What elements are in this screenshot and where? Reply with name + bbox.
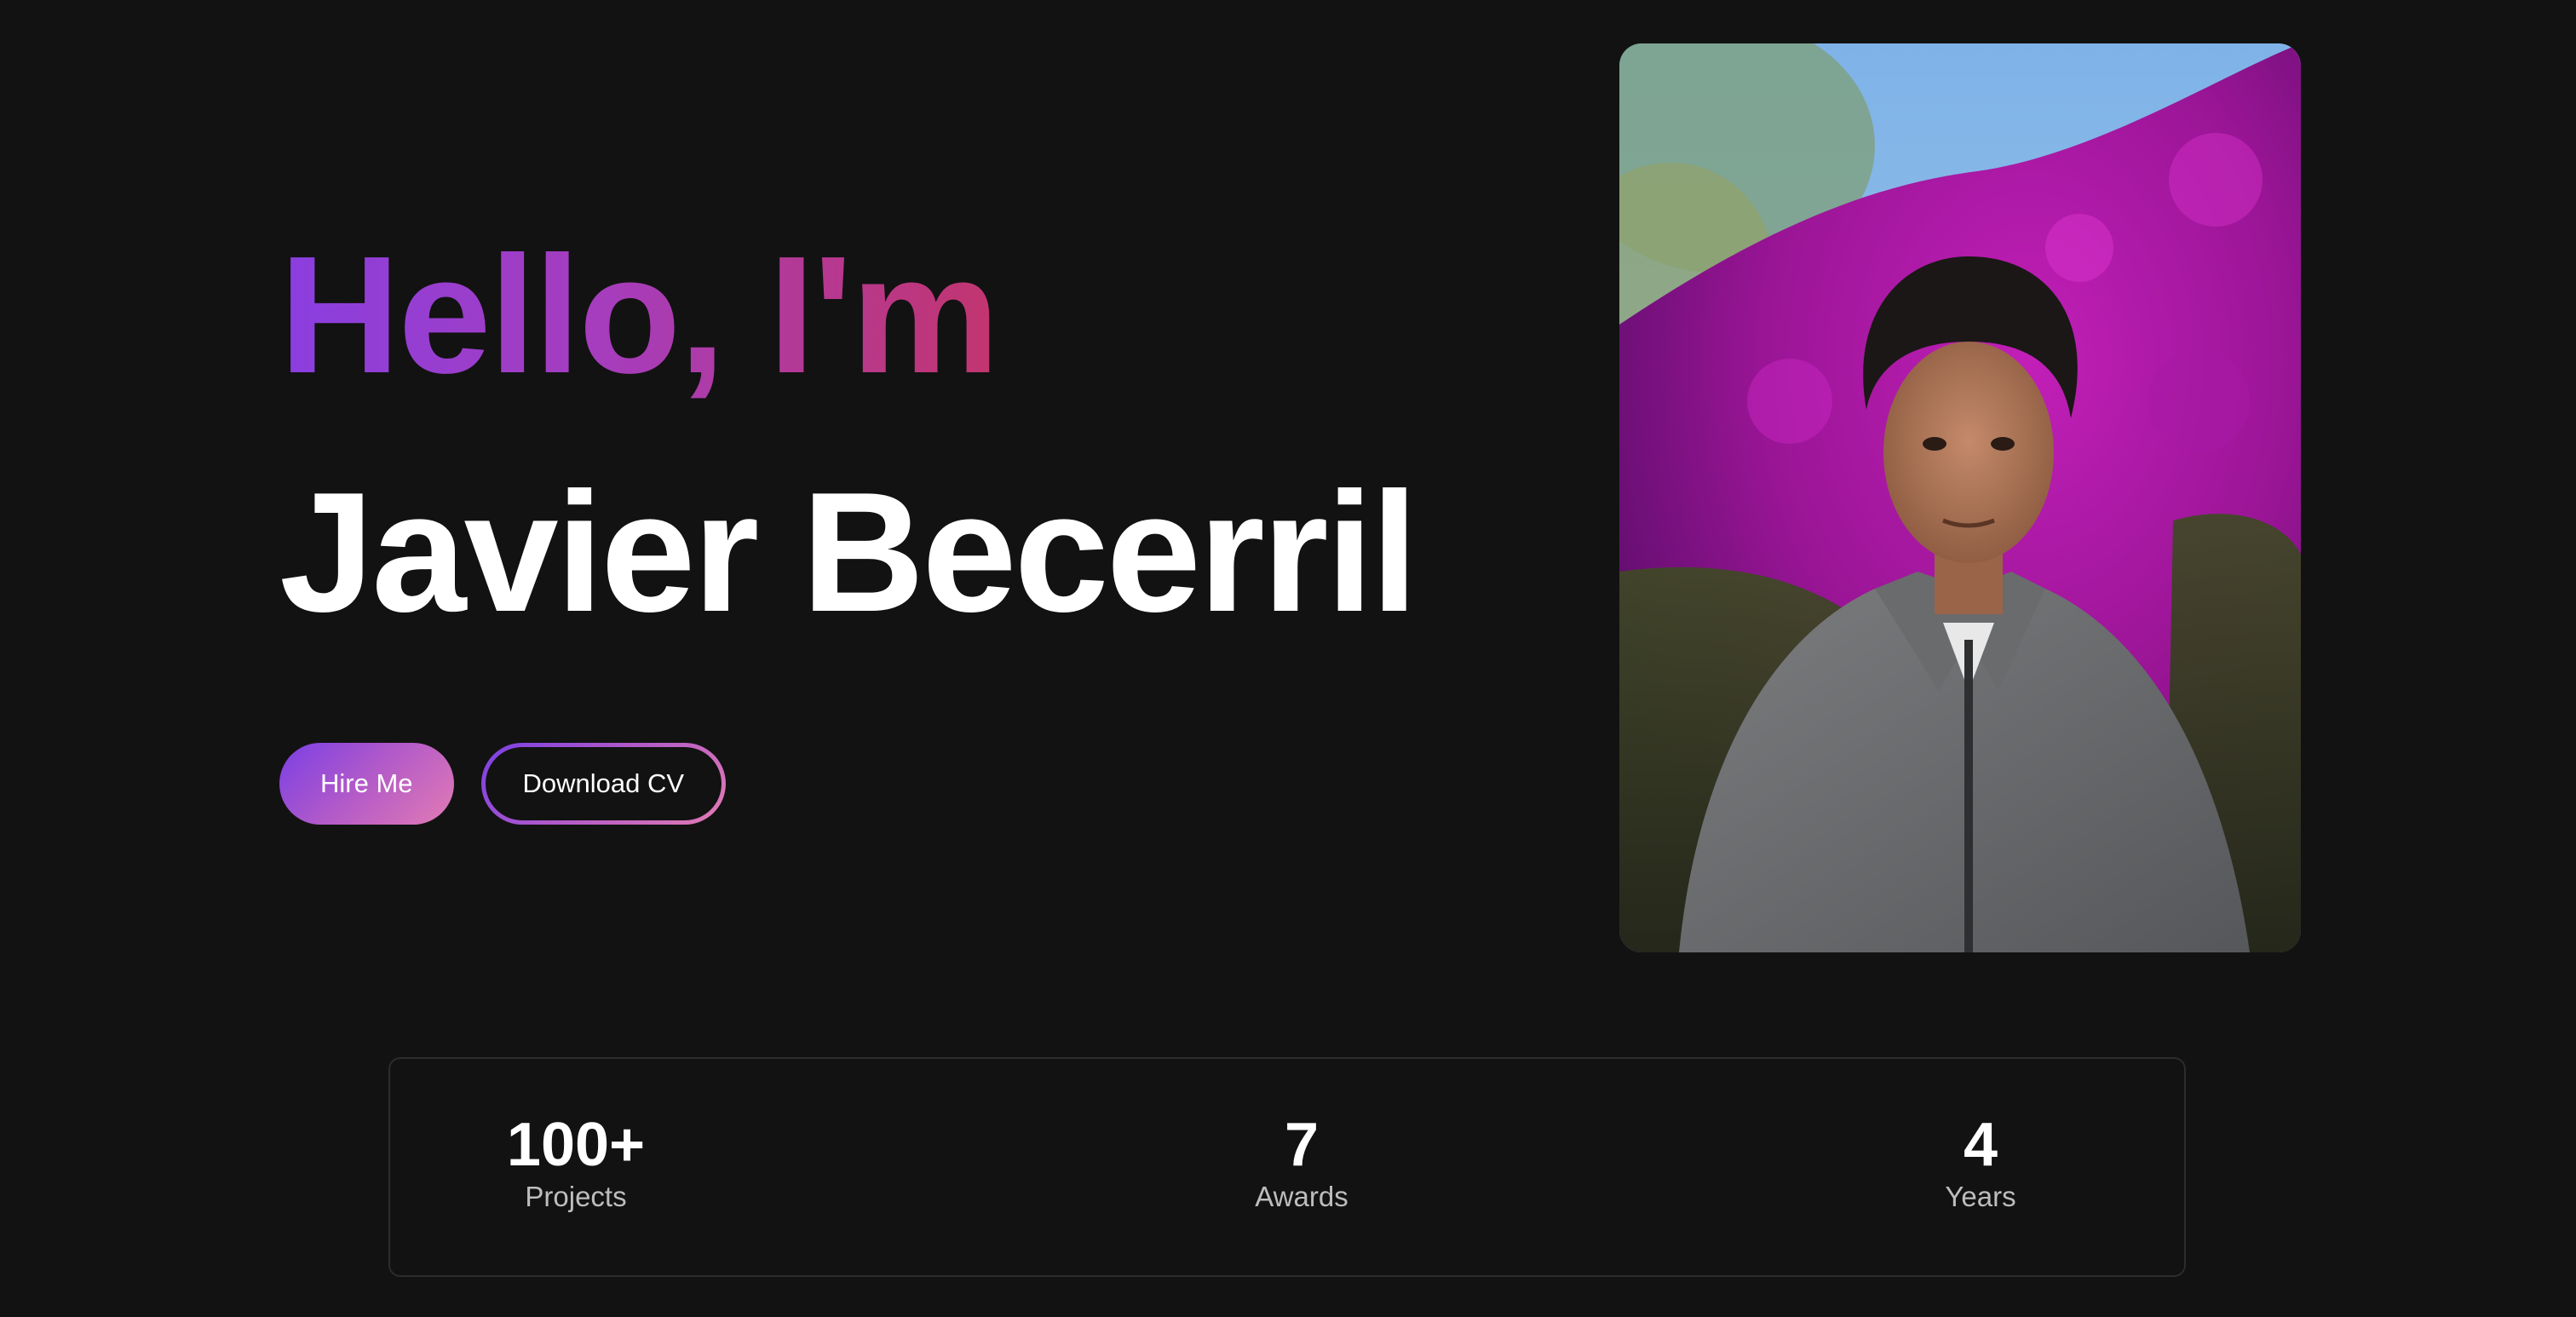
stat-value: 100+ <box>506 1111 646 1179</box>
hire-me-button[interactable]: Hire Me <box>279 743 454 825</box>
stat-awards: 7 Awards <box>1165 1112 1438 1214</box>
greeting-heading: Hello, I'm <box>279 213 999 417</box>
name-heading: Javier Becerril <box>279 457 1418 647</box>
download-cv-button[interactable]: Download CV <box>480 743 727 825</box>
portfolio-hero-page: Hello, I'm Javier Becerril Hire Me Downl… <box>0 0 2576 1317</box>
stat-label: Projects <box>525 1181 627 1212</box>
download-cv-label: Download CV <box>485 747 722 820</box>
stat-value: 4 <box>1963 1111 1998 1179</box>
stat-label: Awards <box>1255 1181 1348 1212</box>
stat-projects: 100+ Projects <box>440 1112 712 1214</box>
profile-photo-illustration <box>1619 43 2301 952</box>
profile-photo <box>1619 43 2301 952</box>
stats-card: 100+ Projects 7 Awards 4 Years <box>388 1057 2186 1277</box>
stat-years: 4 Years <box>1844 1112 2117 1214</box>
cta-buttons: Hire Me Download CV <box>279 743 1557 825</box>
hero-intro: Hello, I'm Javier Becerril Hire Me Downl… <box>279 213 1557 825</box>
stat-label: Years <box>1945 1181 2016 1212</box>
stat-value: 7 <box>1284 1111 1320 1179</box>
